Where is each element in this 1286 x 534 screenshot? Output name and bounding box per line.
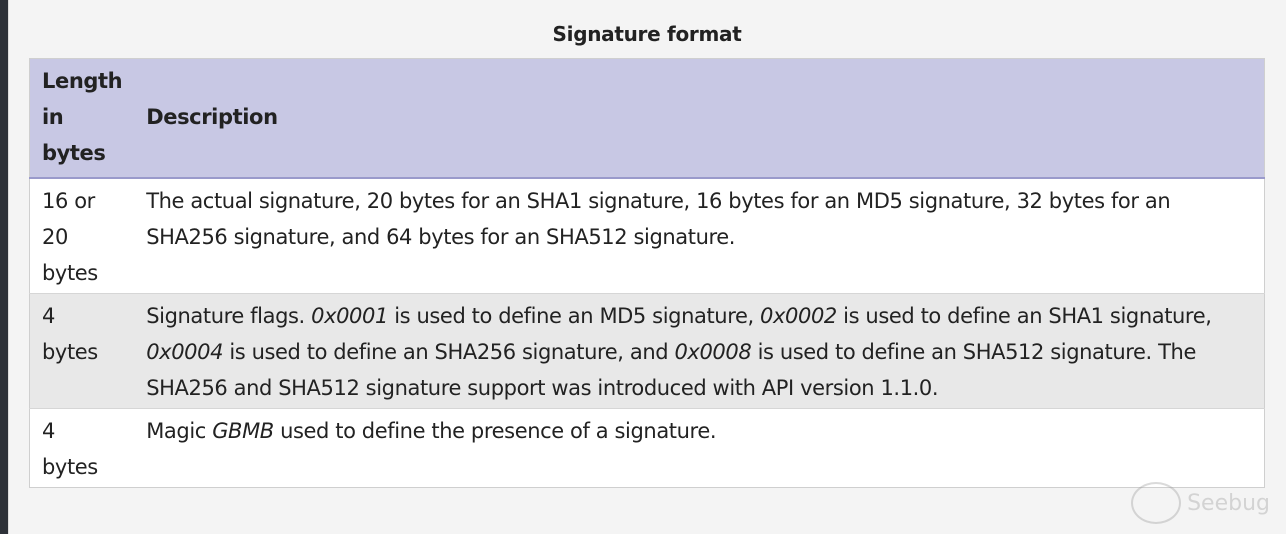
table-caption: Signature format: [552, 22, 742, 46]
length-line: 4: [42, 304, 55, 328]
cell-description: Magic GBMB used to define the presence o…: [134, 408, 1265, 488]
description-text: Magic: [146, 419, 213, 443]
length-line: bytes: [42, 340, 98, 364]
length-line: bytes: [42, 261, 98, 285]
description-text: is used to define an MD5 signature,: [387, 304, 761, 328]
signature-format-table: Length in bytes Description 16 or 20 byt…: [29, 58, 1265, 488]
length-line: 16 or: [42, 189, 95, 213]
description-text: is used to define an SHA256 signature, a…: [223, 340, 675, 364]
cell-description: The actual signature, 20 bytes for an SH…: [134, 177, 1265, 294]
description-text: Signature flags.: [146, 304, 312, 328]
header-length-line: in: [42, 105, 64, 129]
header-description: Description: [134, 58, 1265, 179]
description-text: is used to define an SHA1 signature,: [836, 304, 1212, 328]
seebug-logo-icon: [1131, 482, 1182, 524]
cell-length: 4 bytes: [29, 408, 135, 488]
flag-code: 0x0001: [311, 304, 388, 328]
length-line: bytes: [42, 455, 98, 479]
cell-length: 16 or 20 bytes: [29, 177, 135, 294]
description-text: The actual signature, 20 bytes for an SH…: [146, 189, 1171, 249]
table-row: 4 bytes Signature flags. 0x0001 is used …: [29, 293, 1265, 409]
length-line: 4: [42, 419, 55, 443]
watermark-text: Seebug: [1187, 490, 1270, 516]
description-text: used to define the presence of a signatu…: [273, 419, 717, 443]
magic-code: GBMB: [212, 419, 274, 443]
header-length: Length in bytes: [29, 58, 135, 179]
flag-code: 0x0008: [674, 340, 752, 364]
flag-code: 0x0004: [146, 340, 224, 364]
table-row: 4 bytes Magic GBMB used to define the pr…: [29, 408, 1265, 488]
watermark: Seebug: [1131, 482, 1270, 524]
table-header-row: Length in bytes Description: [29, 58, 1265, 179]
flag-code: 0x0002: [760, 304, 837, 328]
header-length-line: Length: [42, 69, 123, 93]
cell-length: 4 bytes: [29, 293, 135, 409]
length-line: 20: [42, 225, 68, 249]
table-row: 16 or 20 bytes The actual signature, 20 …: [29, 177, 1265, 294]
header-length-line: bytes: [42, 141, 106, 165]
cell-description: Signature flags. 0x0001 is used to defin…: [134, 293, 1265, 409]
